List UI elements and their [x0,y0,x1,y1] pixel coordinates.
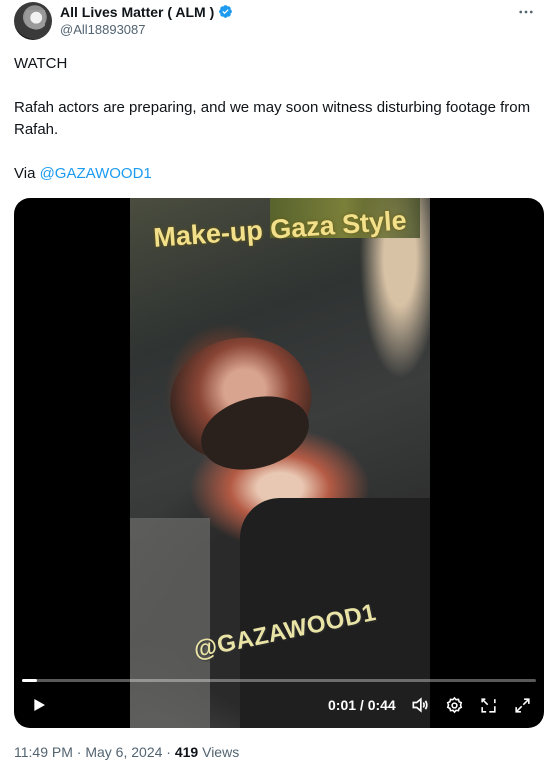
fullscreen-icon [514,697,530,713]
volume-icon [412,697,428,713]
tweet-time[interactable]: 11:49 PM [14,744,73,760]
more-icon [519,10,533,14]
settings-icon [446,696,462,713]
tweet-line-body: Rafah actors are preparing, and we may s… [14,99,531,138]
video-player[interactable]: Make-up Gaza Style @GAZAWOOD1 0:01 / 0:4… [14,198,544,728]
views-label: Views [198,744,240,760]
mini-player-button[interactable] [475,692,501,718]
fullscreen-button[interactable] [509,692,535,718]
video-frame[interactable]: Make-up Gaza Style @GAZAWOOD1 [130,198,430,728]
tweet-line-watch: WATCH [14,55,68,72]
volume-button[interactable] [407,692,433,718]
mini-player-icon [480,697,496,713]
play-icon [34,699,45,711]
video-progress-bar[interactable] [22,679,536,682]
video-time: 0:01 / 0:44 [328,697,396,713]
author-handle[interactable]: @All18893087 [60,22,233,37]
video-controls: 0:01 / 0:44 [14,690,544,720]
tweet-meta: 11:49 PM · May 6, 2024 · 419 Views [14,744,239,760]
settings-button[interactable] [441,692,467,718]
avatar[interactable] [14,2,52,40]
tweet-date[interactable]: May 6, 2024 [85,744,162,760]
via-label: Via [14,165,40,182]
author-block: All Lives Matter ( ALM ) @All18893087 [60,3,233,37]
more-options-button[interactable] [512,2,540,22]
meta-separator: · [162,744,175,760]
avatar-eagle-image [23,10,45,32]
tweet-line-via: Via @GAZAWOOD1 [14,163,544,185]
mention-link[interactable]: @GAZAWOOD1 [40,165,152,182]
video-progress-fill [22,679,38,682]
views-count: 419 [174,744,199,760]
author-name-row: All Lives Matter ( ALM ) [60,3,233,20]
verified-badge-icon [219,5,233,18]
meta-separator: · [72,744,86,760]
play-button[interactable] [26,692,52,718]
author-display-name[interactable]: All Lives Matter ( ALM ) [60,4,214,20]
tweet-text: WATCH Rafah actors are preparing, and we… [14,53,544,185]
